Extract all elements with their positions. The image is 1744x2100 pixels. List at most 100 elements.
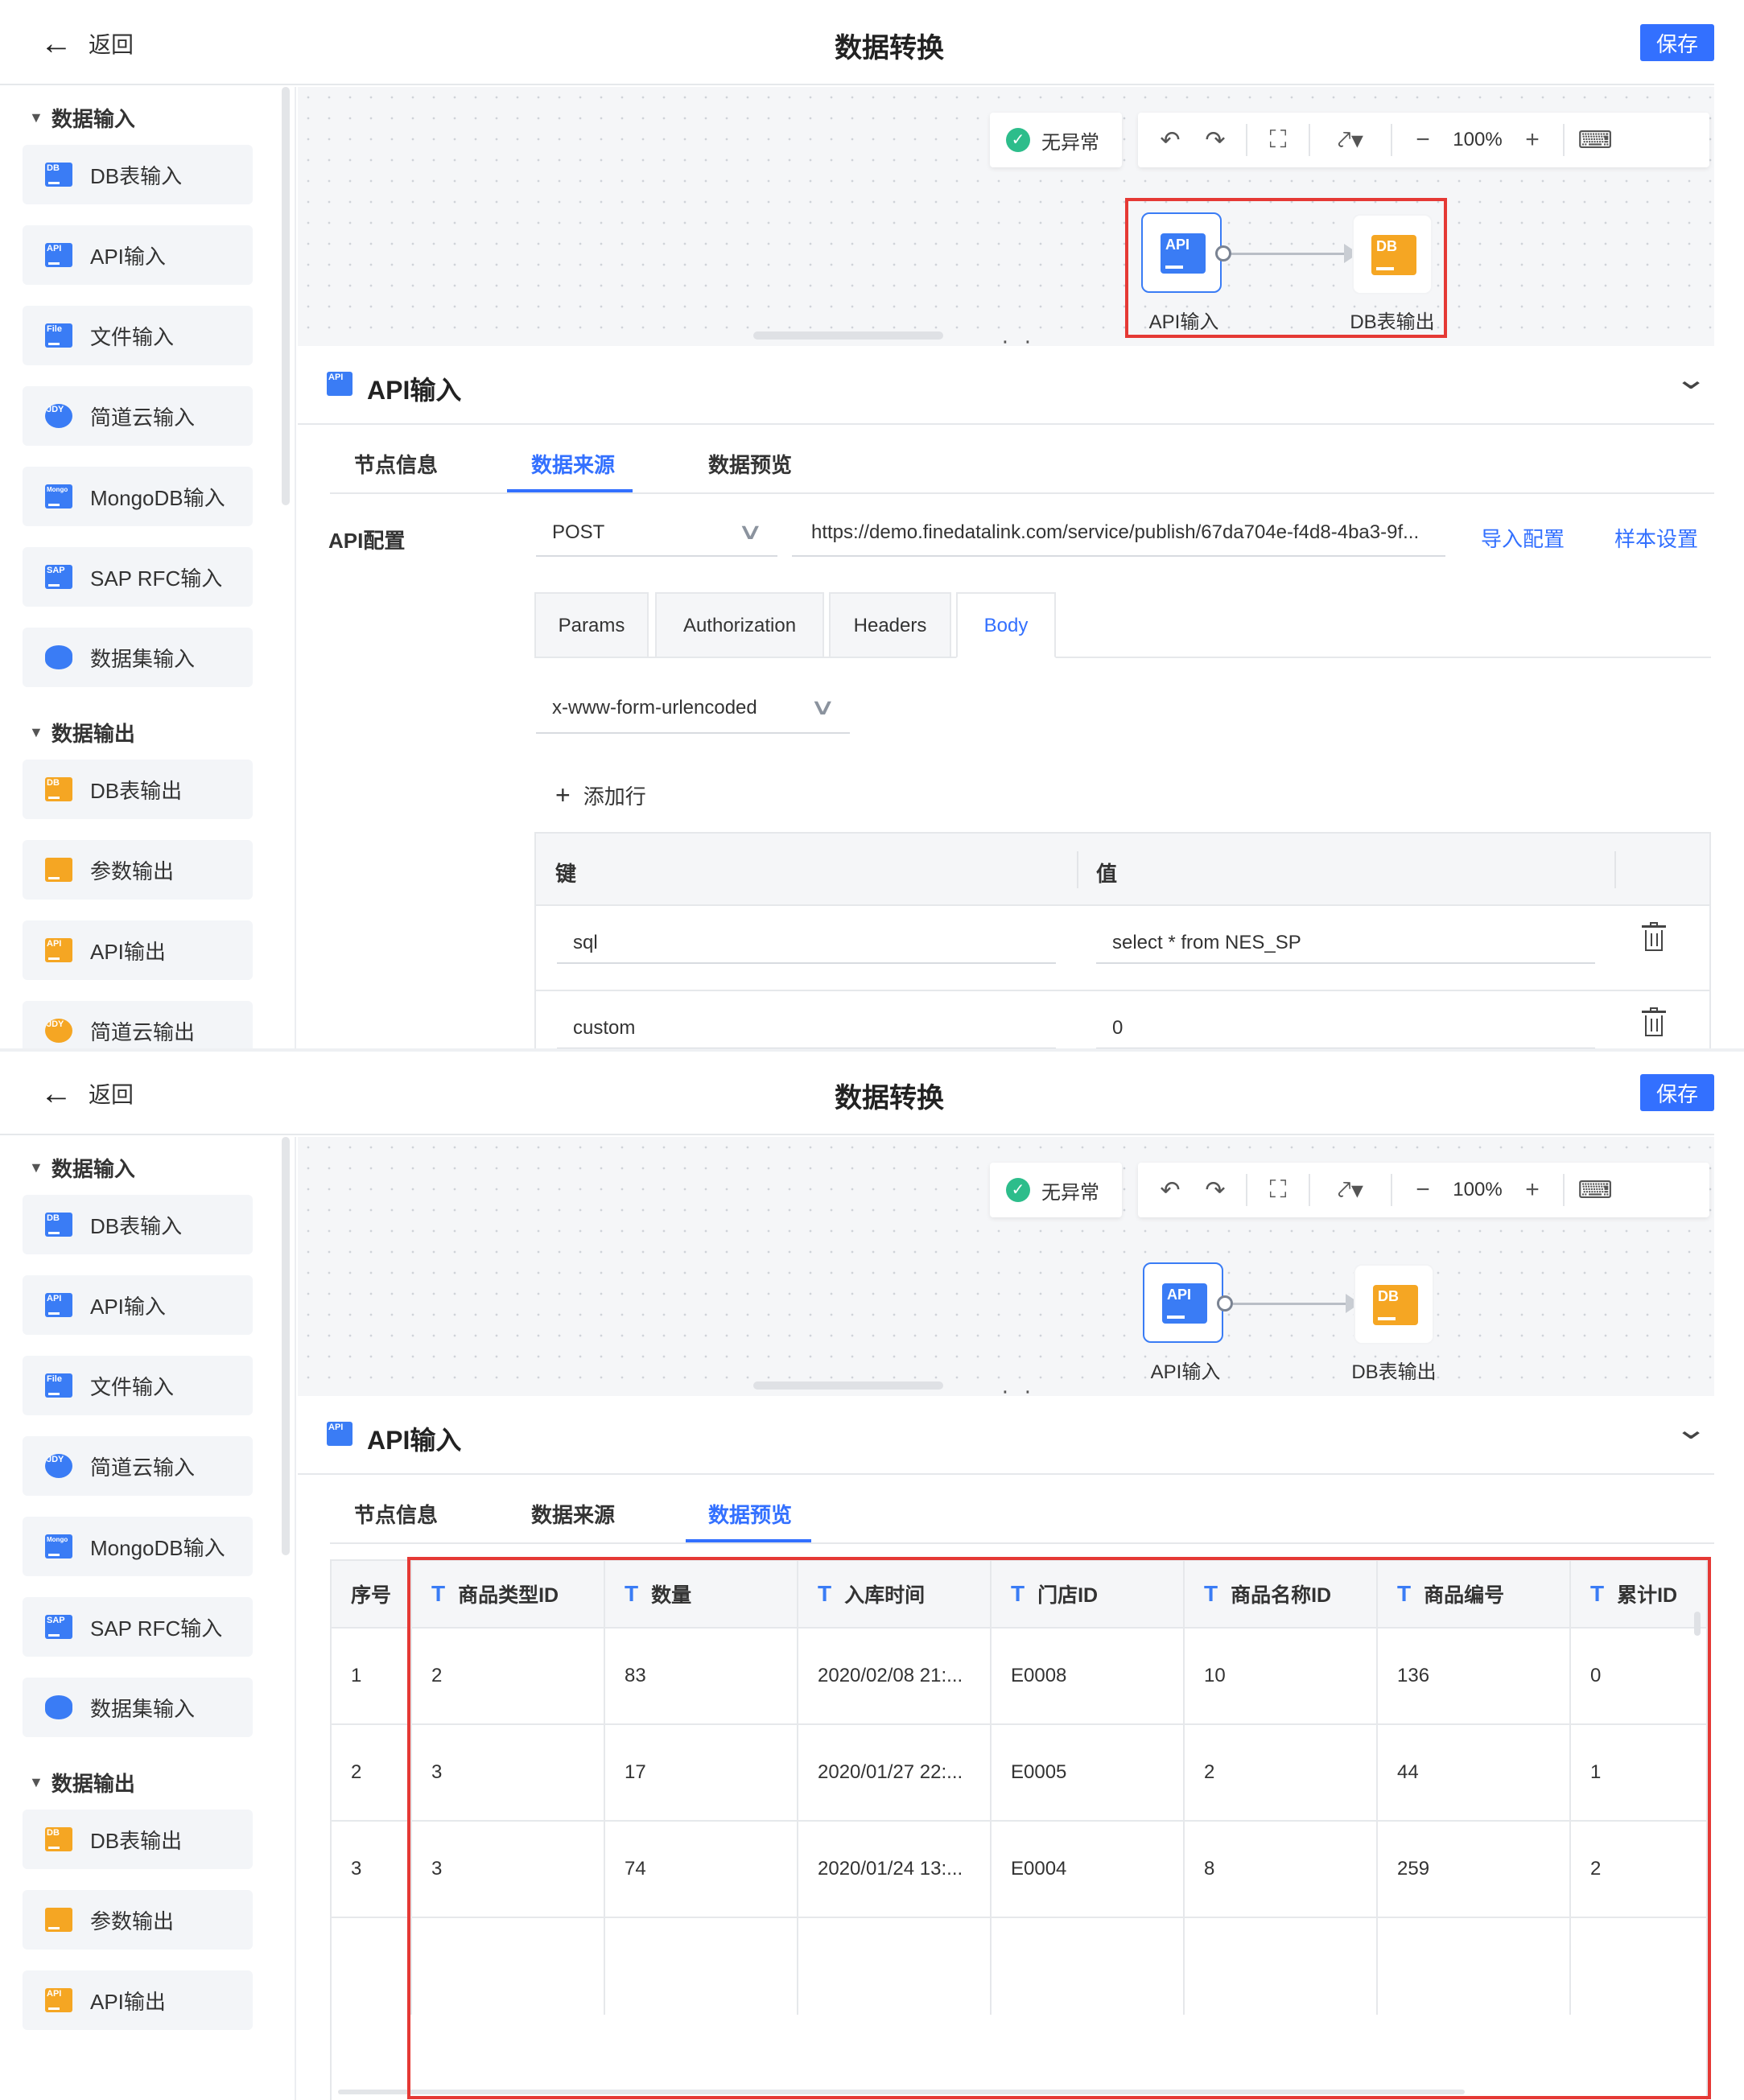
param-output-icon [45, 858, 72, 882]
caret-down-icon: ▼ [29, 109, 43, 126]
import-config-link[interactable]: 导入配置 [1481, 523, 1565, 553]
subtab-body[interactable]: Body [956, 592, 1056, 658]
plus-icon: + [555, 780, 571, 809]
sidebar-item-db-output[interactable]: DB DB表输出 [23, 760, 253, 819]
sidebar-item-mongodb-input[interactable]: Mongo MongoDB输入 [23, 1517, 253, 1576]
sidebar-item-label: 文件输入 [90, 324, 175, 349]
sidebar-item-sap-input[interactable]: SAP SAP RFC输入 [23, 1597, 253, 1657]
sidebar-item-db-input[interactable]: DB DB表输入 [23, 145, 253, 204]
canvas-scrollbar[interactable] [753, 1381, 943, 1390]
key-input[interactable]: custom [557, 1009, 1056, 1049]
url-input[interactable]: https://demo.finedatalink.com/service/pu… [792, 515, 1445, 557]
undo-icon[interactable]: ↶ [1148, 126, 1193, 154]
api-input-icon: API [45, 243, 72, 267]
screen-data-preview: ← 返回 数据转换 保存 ▼ 数据输入 DB DB表输入 API API输入 File… [0, 1050, 1744, 2100]
page-title: 数据转换 [835, 33, 944, 64]
node-panel-header: API API输入 ⌄ [298, 348, 1714, 425]
sidebar-item-label: DB表输入 [90, 1213, 183, 1238]
node-tabs: 节点信息 数据来源 数据预览 [330, 1476, 1714, 1544]
sample-settings-link[interactable]: 样本设置 [1614, 523, 1698, 553]
trash-icon[interactable] [1642, 922, 1666, 953]
sidebar-item-db-output[interactable]: DB DB表输出 [23, 1810, 253, 1869]
canvas-scrollbar[interactable] [753, 331, 943, 340]
sidebar-item-file-input[interactable]: File 文件输入 [23, 306, 253, 365]
highlight-box [1125, 198, 1447, 338]
subtab-authorization[interactable]: Authorization [655, 592, 824, 658]
sidebar-item-mongodb-input[interactable]: Mongo MongoDB输入 [23, 467, 253, 526]
add-row-button[interactable]: + 添加行 [555, 780, 646, 810]
sidebar-item-label: SAP RFC输入 [90, 1616, 223, 1641]
redo-icon[interactable]: ↷ [1193, 126, 1238, 154]
api-node-icon: API [1162, 1283, 1207, 1324]
value-input[interactable]: select * from NES_SP [1096, 924, 1595, 964]
fit-view-icon[interactable]: ⛶ [1255, 1176, 1301, 1204]
tab-data-source[interactable]: 数据来源 [531, 449, 615, 479]
column-header: 值 [1096, 862, 1118, 886]
node-db-output[interactable]: DB [1354, 1264, 1434, 1344]
method-select[interactable]: POST ∨ [536, 515, 777, 557]
tab-node-info[interactable]: 节点信息 [354, 449, 438, 479]
sidebar-item-api-input[interactable]: API API输入 [23, 1275, 253, 1335]
zoom-in-icon[interactable]: + [1510, 126, 1555, 154]
zoom-level: 100% [1453, 1179, 1503, 1200]
connector-style-icon[interactable]: ⤤▾ [1318, 1176, 1383, 1204]
sidebar-item-sap-input[interactable]: SAP SAP RFC输入 [23, 547, 253, 607]
keyboard-icon[interactable]: ⌨ [1573, 1176, 1618, 1204]
tab-node-info[interactable]: 节点信息 [354, 1499, 438, 1529]
sidebar-item-param-output[interactable]: 参数输出 [23, 1890, 253, 1950]
sidebar-scrollbar[interactable] [282, 87, 290, 505]
db-input-icon: DB [45, 163, 72, 187]
section-data-output[interactable]: ▼ 数据输出 [29, 718, 135, 747]
undo-icon[interactable]: ↶ [1148, 1176, 1193, 1204]
chevron-down-icon[interactable]: ⌄ [1674, 362, 1708, 396]
sidebar-item-param-output[interactable]: 参数输出 [23, 840, 253, 900]
body-type-select[interactable]: x-www-form-urlencoded ∨ [536, 690, 850, 734]
kv-row: sql select * from NES_SP [536, 908, 1709, 991]
section-data-input[interactable]: ▼ 数据输入 [29, 1153, 135, 1183]
tab-data-source[interactable]: 数据来源 [531, 1499, 615, 1529]
db-input-icon: DB [45, 1213, 72, 1237]
subtab-headers[interactable]: Headers [829, 592, 951, 658]
sidebar-item-jdy-input[interactable]: JDY 简道云输入 [23, 386, 253, 446]
save-button[interactable]: 保存 [1640, 1074, 1714, 1111]
tab-data-preview[interactable]: 数据预览 [708, 449, 792, 479]
zoom-out-icon[interactable]: − [1400, 126, 1445, 154]
node-label: DB表输出 [1351, 1361, 1437, 1383]
sap-input-icon: SAP [45, 565, 72, 589]
sidebar-item-dataset-input[interactable]: 数据集输入 [23, 1678, 253, 1737]
section-data-output[interactable]: ▼ 数据输出 [29, 1768, 135, 1797]
sap-input-icon: SAP [45, 1615, 72, 1639]
sidebar-scrollbar[interactable] [282, 1137, 290, 1555]
keyboard-icon[interactable]: ⌨ [1573, 126, 1618, 154]
zoom-out-icon[interactable]: − [1400, 1176, 1445, 1204]
sidebar-item-dataset-input[interactable]: 数据集输入 [23, 628, 253, 687]
sidebar-item-api-input[interactable]: API API输入 [23, 225, 253, 285]
highlight-box [407, 1557, 1711, 2099]
url-value: https://demo.finedatalink.com/service/pu… [811, 521, 1420, 543]
value-input[interactable]: 0 [1096, 1009, 1595, 1049]
save-button[interactable]: 保存 [1640, 24, 1714, 61]
subtab-params[interactable]: Params [534, 592, 649, 658]
connector-style-icon[interactable]: ⤤▾ [1318, 126, 1383, 154]
sidebar-item-jdy-output[interactable]: JDY 简道云输出 [23, 1001, 253, 1050]
chevron-down-icon[interactable]: ⌄ [1674, 1412, 1708, 1446]
fit-view-icon[interactable]: ⛶ [1255, 126, 1301, 154]
page-title: 数据转换 [835, 1083, 944, 1114]
sidebar-item-api-output[interactable]: API API输出 [23, 1970, 253, 2030]
output-port[interactable] [1217, 1295, 1233, 1311]
active-tab-indicator [686, 1539, 811, 1542]
caret-down-icon: ▼ [29, 724, 43, 740]
section-data-input[interactable]: ▼ 数据输入 [29, 103, 135, 133]
node-api-input[interactable]: API [1143, 1262, 1223, 1343]
zoom-in-icon[interactable]: + [1510, 1176, 1555, 1204]
top-bar: ← 返回 数据转换 保存 [0, 1050, 1714, 1135]
tab-data-preview[interactable]: 数据预览 [708, 1499, 792, 1529]
sidebar-item-jdy-input[interactable]: JDY 简道云输入 [23, 1436, 253, 1496]
trash-icon[interactable] [1642, 1007, 1666, 1038]
sidebar-item-db-input[interactable]: DB DB表输入 [23, 1195, 253, 1254]
sidebar-item-file-input[interactable]: File 文件输入 [23, 1356, 253, 1415]
canvas-toolbar: ↶ ↷ ⛶ ⤤▾ − 100% + ⌨ [1138, 113, 1709, 167]
key-input[interactable]: sql [557, 924, 1056, 964]
sidebar-item-api-output[interactable]: API API输出 [23, 920, 253, 980]
redo-icon[interactable]: ↷ [1193, 1176, 1238, 1204]
